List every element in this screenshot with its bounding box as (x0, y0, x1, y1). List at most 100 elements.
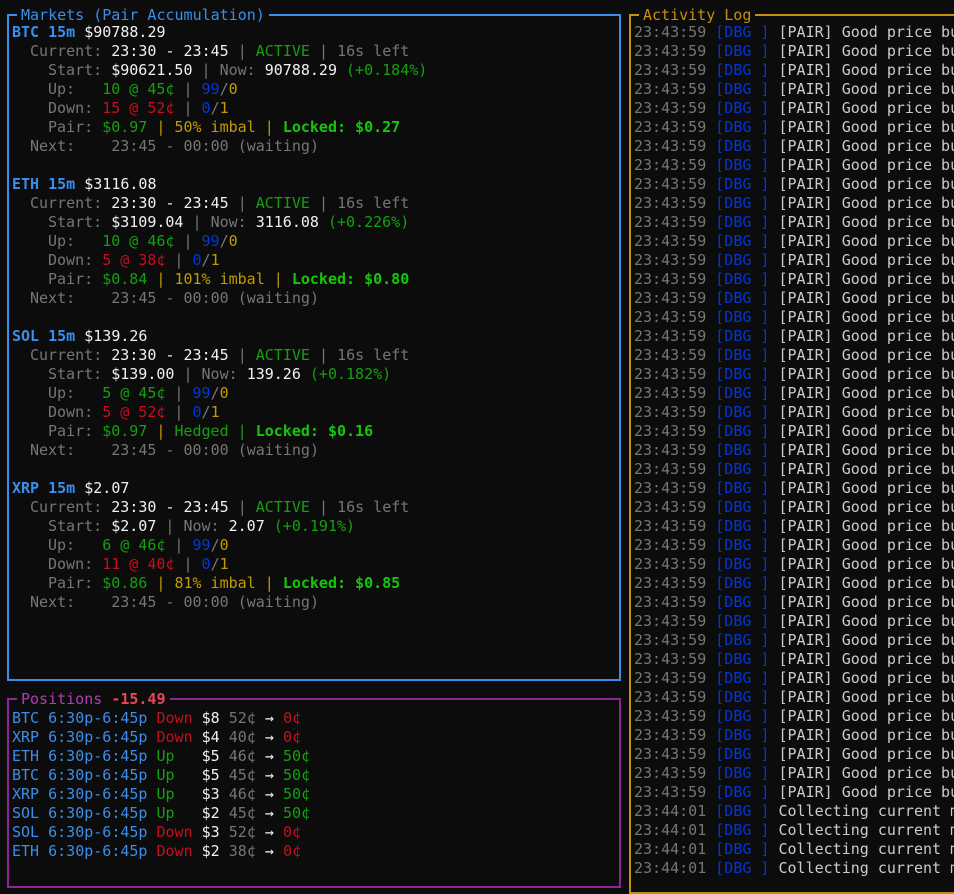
log-level: [DBG ] (715, 327, 769, 345)
log-entry: 23:43:59 [DBG ] [PAIR] Good price bu (634, 118, 954, 137)
next-label: Next: (30, 289, 75, 307)
log-level: [DBG ] (715, 194, 769, 212)
log-message: Collecting current m (779, 821, 954, 839)
current-label: Current: (30, 42, 102, 60)
down-orders-b: 1 (211, 251, 220, 269)
position-side: Up (157, 785, 175, 803)
log-message: [PAIR] Good price bu (779, 479, 954, 497)
log-entry: 23:43:59 [DBG ] [PAIR] Good price bu (634, 688, 954, 707)
position-row: XRP 6:30p-6:45p Down $4 40¢ → 0¢ (12, 728, 310, 747)
market-up-row: Up: 10 @ 45¢ | 99/0 (12, 80, 427, 99)
position-window: 6:30p-6:45p (48, 823, 147, 841)
log-entry: 23:43:59 [DBG ] [PAIR] Good price bu (634, 422, 954, 441)
market-symbol: XRP (12, 479, 39, 497)
log-entry: 23:43:59 [DBG ] [PAIR] Good price bu (634, 156, 954, 175)
market-current-row: Current: 23:30 - 23:45 | ACTIVE | 16s le… (12, 498, 427, 517)
down-label: Down: (48, 555, 93, 573)
log-entry: 23:43:59 [DBG ] [PAIR] Good price bu (634, 783, 954, 802)
log-level: [DBG ] (715, 23, 769, 41)
log-time: 23:43:59 (634, 61, 706, 79)
down-orders-a: 0 (193, 403, 202, 421)
log-message: [PAIR] Good price bu (779, 783, 954, 801)
log-time: 23:43:59 (634, 346, 706, 364)
market-down-row: Down: 5 @ 38¢ | 0/1 (12, 251, 427, 270)
position-row: BTC 6:30p-6:45p Up $5 45¢ → 50¢ (12, 766, 310, 785)
log-message: [PAIR] Good price bu (779, 80, 954, 98)
now-value: 90788.29 (265, 61, 337, 79)
price-change: (+0.184%) (346, 61, 427, 79)
locked-value: Locked: $0.16 (256, 422, 373, 440)
log-level: [DBG ] (715, 460, 769, 478)
up-label: Up: (48, 232, 75, 250)
markets-panel-title: Markets (Pair Accumulation) (17, 6, 269, 24)
log-level: [DBG ] (715, 422, 769, 440)
pair-value: $0.97 (102, 118, 147, 136)
log-message: [PAIR] Good price bu (779, 536, 954, 554)
pair-label: Pair: (48, 270, 93, 288)
log-message: [PAIR] Good price bu (779, 574, 954, 592)
up-orders-b: 0 (229, 80, 238, 98)
log-time: 23:43:59 (634, 536, 706, 554)
log-entry: 23:43:59 [DBG ] [PAIR] Good price bu (634, 308, 954, 327)
start-label: Start: (48, 365, 102, 383)
log-entry: 23:43:59 [DBG ] [PAIR] Good price bu (634, 327, 954, 346)
log-time: 23:43:59 (634, 156, 706, 174)
log-message: [PAIR] Good price bu (779, 460, 954, 478)
up-label: Up: (48, 536, 75, 554)
now-label: Now: (220, 61, 256, 79)
log-message: [PAIR] Good price bu (779, 688, 954, 706)
markets-list: BTC 15m $90788.29Current: 23:30 - 23:45 … (12, 23, 427, 631)
position-side: Up (157, 747, 175, 765)
log-time: 23:43:59 (634, 403, 706, 421)
log-level: [DBG ] (715, 251, 769, 269)
market-down-row: Down: 15 @ 52¢ | 0/1 (12, 99, 427, 118)
log-entry: 23:43:59 [DBG ] [PAIR] Good price bu (634, 650, 954, 669)
pair-value: $0.84 (102, 270, 147, 288)
log-entry: 23:43:59 [DBG ] [PAIR] Good price bu (634, 441, 954, 460)
log-time: 23:43:59 (634, 80, 706, 98)
log-time: 23:43:59 (634, 99, 706, 117)
market-pair-row: Pair: $0.86 | 81% imbal | Locked: $0.85 (12, 574, 427, 593)
log-time: 23:43:59 (634, 726, 706, 744)
log-message: Collecting current m (779, 859, 954, 877)
down-quantity: 5 @ 38¢ (102, 251, 165, 269)
log-level: [DBG ] (715, 802, 769, 820)
pair-state: 50% imbal (174, 118, 255, 136)
log-entry: 23:43:59 [DBG ] [PAIR] Good price bu (634, 555, 954, 574)
log-message: [PAIR] Good price bu (779, 232, 954, 250)
log-time: 23:43:59 (634, 232, 706, 250)
log-message: [PAIR] Good price bu (779, 99, 954, 117)
market-price: $90788.29 (84, 23, 165, 41)
log-time: 23:43:59 (634, 783, 706, 801)
market-block: XRP 15m $2.07Current: 23:30 - 23:45 | AC… (12, 479, 427, 612)
log-time: 23:43:59 (634, 289, 706, 307)
log-message: [PAIR] Good price bu (779, 422, 954, 440)
pair-state: 101% imbal (174, 270, 264, 288)
log-time: 23:43:59 (634, 574, 706, 592)
log-level: [DBG ] (715, 61, 769, 79)
log-time: 23:43:59 (634, 175, 706, 193)
activity-log-panel: Activity Log 23:43:59 [DBG ] [PAIR] Good… (629, 14, 954, 894)
price-change: (+0.182%) (310, 365, 391, 383)
arrow-icon: → (265, 804, 274, 822)
position-entry: 46¢ (229, 747, 256, 765)
position-side: Down (157, 842, 193, 860)
position-asset: BTC (12, 709, 39, 727)
current-label: Current: (30, 194, 102, 212)
log-level: [DBG ] (715, 99, 769, 117)
position-asset: XRP (12, 728, 39, 746)
log-message: [PAIR] Good price bu (779, 650, 954, 668)
now-label: Now: (211, 213, 247, 231)
pair-label: Pair: (48, 118, 93, 136)
market-symbol: BTC (12, 23, 39, 41)
log-entry: 23:43:59 [DBG ] [PAIR] Good price bu (634, 270, 954, 289)
position-asset: SOL (12, 823, 39, 841)
log-level: [DBG ] (715, 631, 769, 649)
log-message: [PAIR] Good price bu (779, 346, 954, 364)
log-level: [DBG ] (715, 403, 769, 421)
log-time: 23:43:59 (634, 612, 706, 630)
position-side: Up (157, 804, 175, 822)
log-entry: 23:43:59 [DBG ] [PAIR] Good price bu (634, 612, 954, 631)
log-level: [DBG ] (715, 175, 769, 193)
down-label: Down: (48, 251, 93, 269)
